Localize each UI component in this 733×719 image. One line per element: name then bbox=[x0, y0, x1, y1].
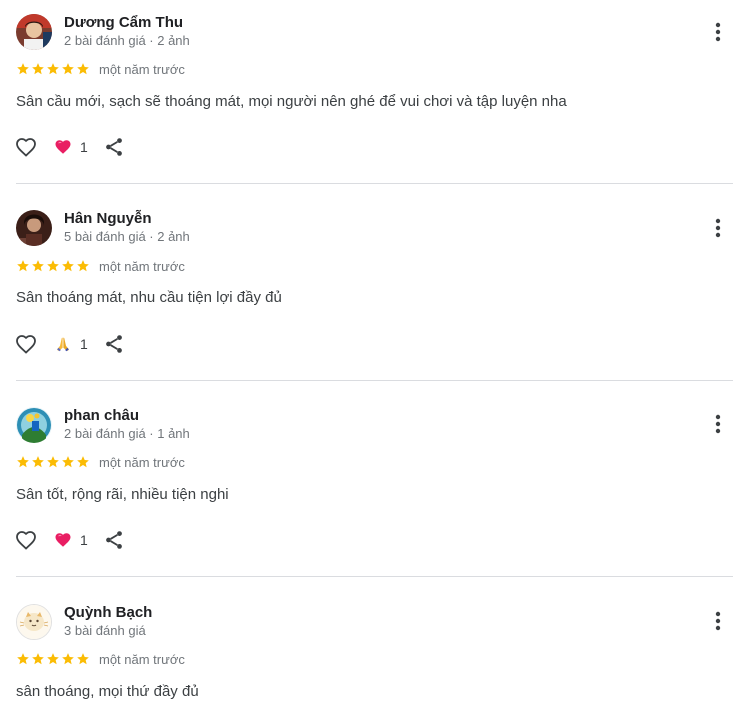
star-rating bbox=[16, 652, 90, 666]
avatar[interactable] bbox=[16, 604, 52, 640]
review-card: Quỳnh Bạch 3 bài đánh giá một năm trước … bbox=[0, 0, 733, 719]
star-icon bbox=[61, 652, 75, 666]
more-options-icon[interactable] bbox=[708, 609, 728, 633]
review-text: sân thoáng, mọi thứ đầy đủ bbox=[16, 683, 199, 700]
star-icon bbox=[76, 652, 90, 666]
star-icon bbox=[16, 652, 30, 666]
star-icon bbox=[31, 652, 45, 666]
reviewer-name[interactable]: Quỳnh Bạch bbox=[64, 604, 152, 621]
review-time: một năm trước bbox=[99, 652, 185, 667]
reviewer-meta: 3 bài đánh giá bbox=[64, 623, 146, 638]
star-icon bbox=[46, 652, 60, 666]
